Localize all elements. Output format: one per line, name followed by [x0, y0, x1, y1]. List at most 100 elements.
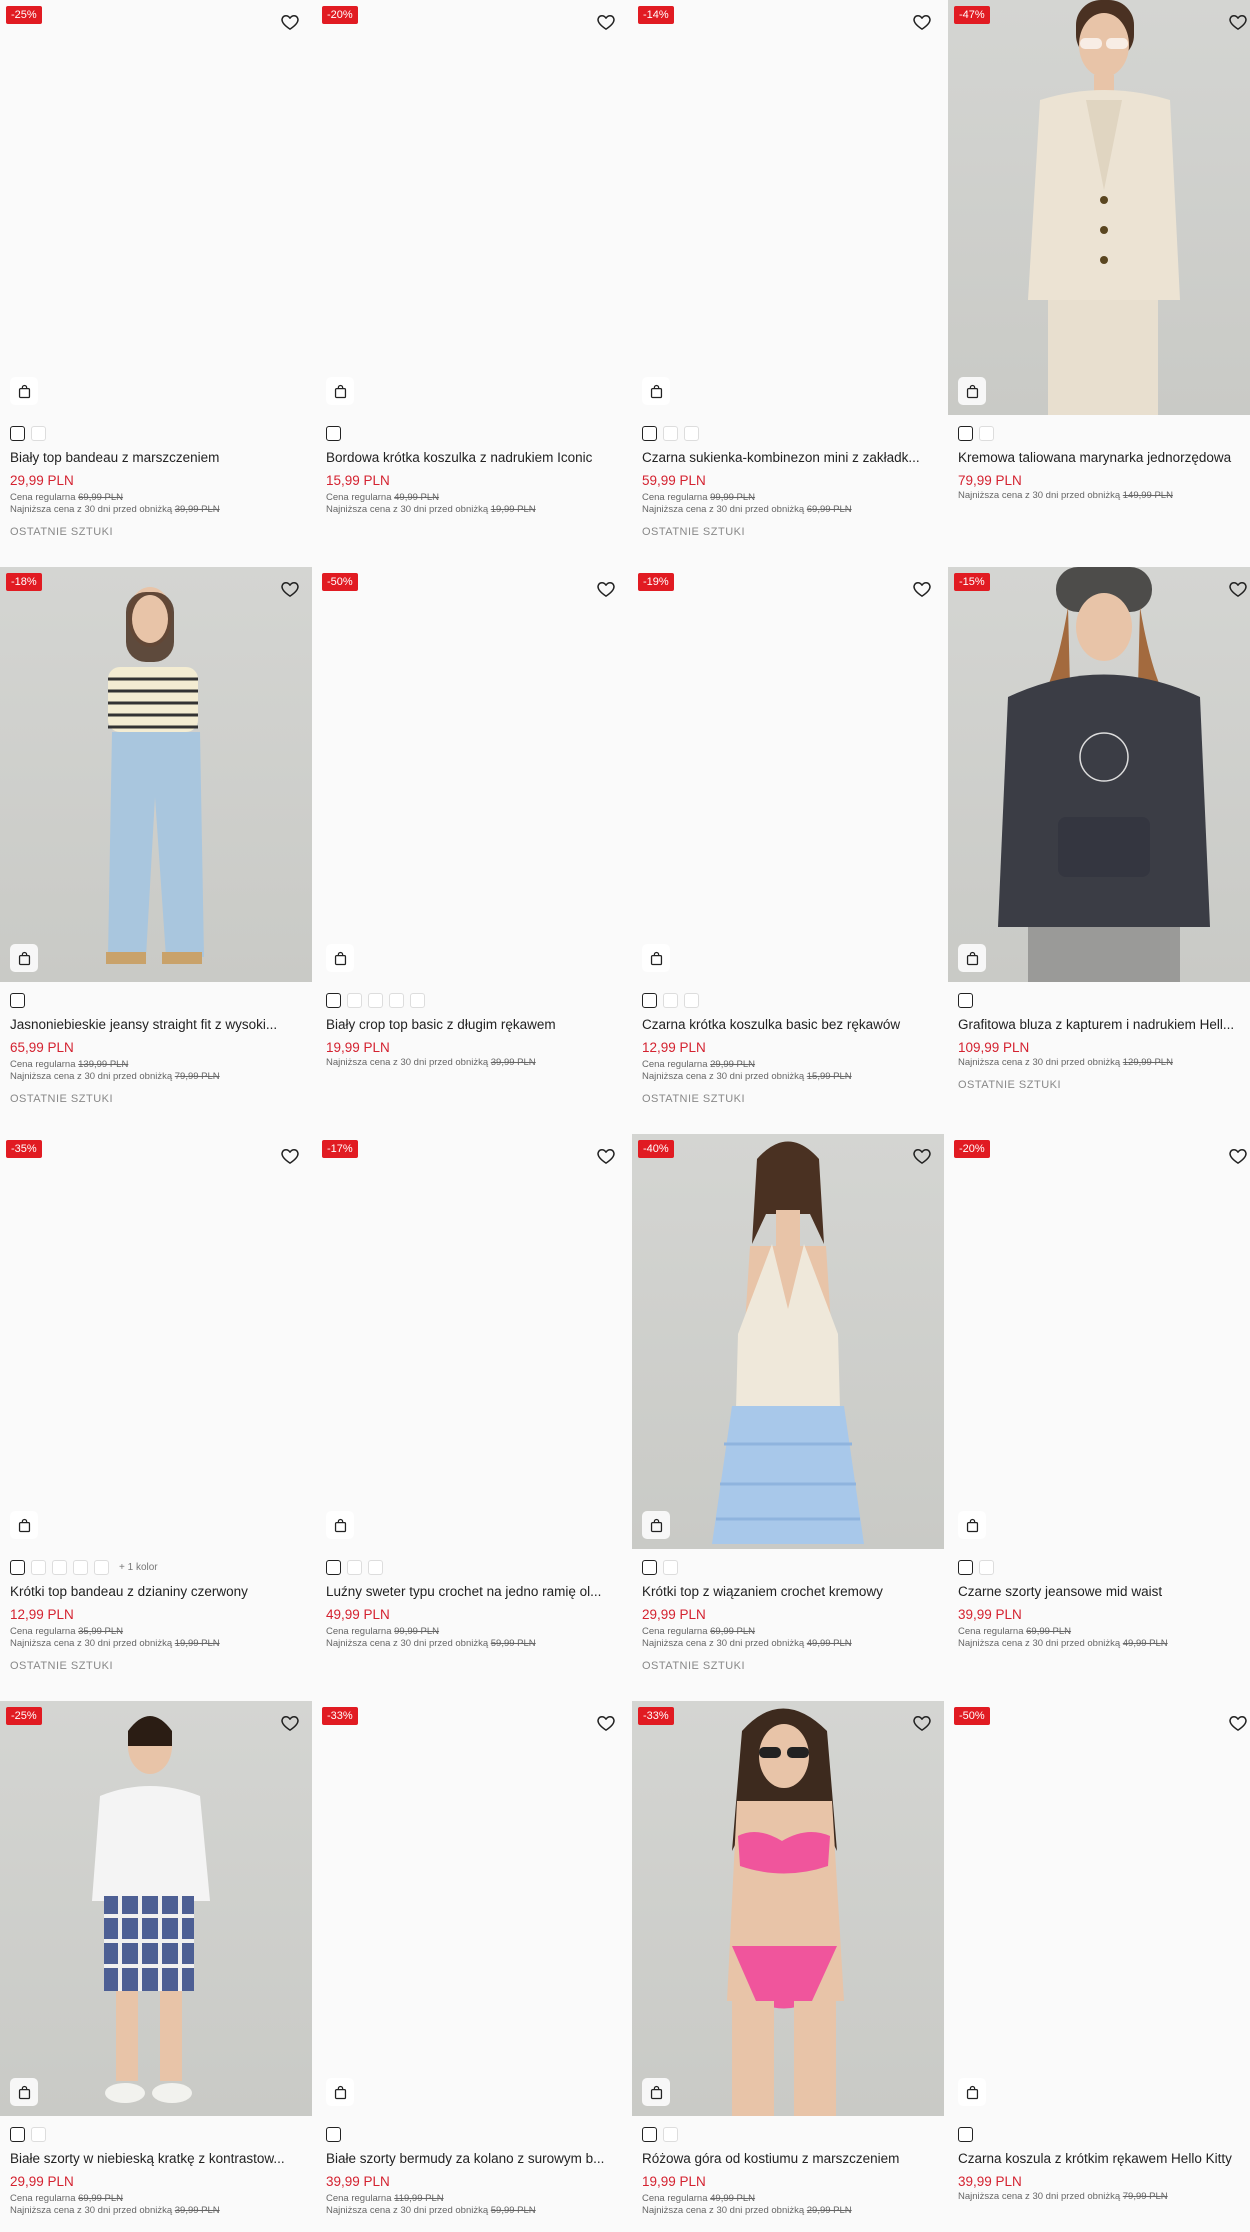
shopping-bag-icon[interactable]	[642, 2078, 670, 2106]
product-image[interactable]: -14%	[632, 0, 944, 415]
product-card[interactable]: -50% Biały crop top basic z długim rękaw…	[316, 567, 628, 1068]
heart-icon[interactable]	[596, 1146, 616, 1166]
color-swatch[interactable]	[326, 1559, 341, 1575]
shopping-bag-icon[interactable]	[326, 944, 354, 972]
color-swatch[interactable]	[642, 2126, 657, 2142]
product-card[interactable]: -14% Czarna sukienka-kombinezon mini z z…	[632, 0, 944, 538]
shopping-bag-icon[interactable]	[958, 2078, 986, 2106]
shopping-bag-icon[interactable]	[326, 2078, 354, 2106]
color-swatch[interactable]	[31, 425, 46, 441]
heart-icon[interactable]	[1228, 12, 1248, 32]
product-image[interactable]: -20%	[316, 0, 628, 415]
product-image[interactable]: -40%	[632, 1134, 944, 1549]
product-name[interactable]: Jasnoniebieskie jeansy straight fit z wy…	[10, 1016, 302, 1034]
product-card[interactable]: -15% Grafitowa bluza z kapturem i nadruk…	[948, 567, 1250, 1091]
product-image[interactable]: -25%	[0, 0, 312, 415]
product-name[interactable]: Kremowa taliowana marynarka jednorzędowa	[958, 449, 1250, 467]
color-swatch[interactable]	[368, 992, 383, 1008]
color-swatch[interactable]	[684, 992, 699, 1008]
heart-icon[interactable]	[596, 579, 616, 599]
color-swatch[interactable]	[642, 992, 657, 1008]
color-swatch[interactable]	[10, 425, 25, 441]
product-card[interactable]: -20% Bordowa krótka koszulka z nadrukiem…	[316, 0, 628, 515]
heart-icon[interactable]	[280, 12, 300, 32]
product-image[interactable]: -47%	[948, 0, 1250, 415]
product-card[interactable]: -25% Białe szorty w niebieską kratkę z k…	[0, 1701, 312, 2216]
product-card[interactable]: -19% Czarna krótka koszulka basic bez rę…	[632, 567, 944, 1105]
color-swatch[interactable]	[347, 1559, 362, 1575]
color-swatch[interactable]	[326, 992, 341, 1008]
color-swatch[interactable]	[979, 425, 994, 441]
product-image[interactable]: -50%	[948, 1701, 1250, 2116]
product-name[interactable]: Grafitowa bluza z kapturem i nadrukiem H…	[958, 1016, 1250, 1034]
shopping-bag-icon[interactable]	[958, 377, 986, 405]
product-name[interactable]: Różowa góra od kostiumu z marszczeniem	[642, 2150, 934, 2168]
product-image[interactable]: -33%	[632, 1701, 944, 2116]
shopping-bag-icon[interactable]	[642, 944, 670, 972]
shopping-bag-icon[interactable]	[10, 377, 38, 405]
product-name[interactable]: Czarna sukienka-kombinezon mini z zakład…	[642, 449, 934, 467]
color-swatch[interactable]	[958, 992, 973, 1008]
product-name[interactable]: Czarna koszula z krótkim rękawem Hello K…	[958, 2150, 1250, 2168]
color-swatch[interactable]	[10, 992, 25, 1008]
product-card[interactable]: -25% Biały top bandeau z marszczeniem 29…	[0, 0, 312, 538]
product-image[interactable]: -35%	[0, 1134, 312, 1549]
heart-icon[interactable]	[1228, 1146, 1248, 1166]
color-swatch[interactable]	[326, 2126, 341, 2142]
color-swatch[interactable]	[642, 425, 657, 441]
color-swatch[interactable]	[10, 1559, 25, 1575]
shopping-bag-icon[interactable]	[10, 2078, 38, 2106]
color-swatch[interactable]	[663, 2126, 678, 2142]
shopping-bag-icon[interactable]	[642, 377, 670, 405]
color-swatch[interactable]	[389, 992, 404, 1008]
heart-icon[interactable]	[912, 1146, 932, 1166]
color-swatch[interactable]	[368, 1559, 383, 1575]
color-swatch[interactable]	[958, 2126, 973, 2142]
shopping-bag-icon[interactable]	[958, 1511, 986, 1539]
shopping-bag-icon[interactable]	[642, 1511, 670, 1539]
product-name[interactable]: Bordowa krótka koszulka z nadrukiem Icon…	[326, 449, 618, 467]
product-name[interactable]: Białe szorty w niebieską kratkę z kontra…	[10, 2150, 302, 2168]
color-swatch[interactable]	[663, 1559, 678, 1575]
color-swatch[interactable]	[958, 1559, 973, 1575]
heart-icon[interactable]	[912, 579, 932, 599]
shopping-bag-icon[interactable]	[326, 377, 354, 405]
color-swatch[interactable]	[663, 992, 678, 1008]
product-card[interactable]: -20% Czarne szorty jeansowe mid waist 39…	[948, 1134, 1250, 1649]
color-swatch[interactable]	[94, 1559, 109, 1575]
product-name[interactable]: Krótki top z wiązaniem crochet kremowy	[642, 1583, 934, 1601]
shopping-bag-icon[interactable]	[958, 944, 986, 972]
heart-icon[interactable]	[596, 1713, 616, 1733]
product-image[interactable]: -20%	[948, 1134, 1250, 1549]
heart-icon[interactable]	[280, 1713, 300, 1733]
color-swatch[interactable]	[52, 1559, 67, 1575]
more-colors-label[interactable]: + 1 kolor	[119, 1562, 158, 1573]
product-card[interactable]: -33% Białe szorty bermudy za kolano z su…	[316, 1701, 628, 2216]
heart-icon[interactable]	[280, 1146, 300, 1166]
heart-icon[interactable]	[912, 1713, 932, 1733]
product-card[interactable]: -40% Krótki top z wiązaniem crochet krem…	[632, 1134, 944, 1672]
product-image[interactable]: -15%	[948, 567, 1250, 982]
product-image[interactable]: -33%	[316, 1701, 628, 2116]
color-swatch[interactable]	[347, 992, 362, 1008]
product-name[interactable]: Luźny sweter typu crochet na jedno ramię…	[326, 1583, 618, 1601]
heart-icon[interactable]	[912, 12, 932, 32]
color-swatch[interactable]	[979, 1559, 994, 1575]
color-swatch[interactable]	[958, 425, 973, 441]
product-name[interactable]: Białe szorty bermudy za kolano z surowym…	[326, 2150, 618, 2168]
heart-icon[interactable]	[596, 12, 616, 32]
shopping-bag-icon[interactable]	[10, 1511, 38, 1539]
shopping-bag-icon[interactable]	[10, 944, 38, 972]
color-swatch[interactable]	[31, 1559, 46, 1575]
product-name[interactable]: Biały top bandeau z marszczeniem	[10, 449, 302, 467]
product-name[interactable]: Biały crop top basic z długim rękawem	[326, 1016, 618, 1034]
color-swatch[interactable]	[410, 992, 425, 1008]
product-image[interactable]: -19%	[632, 567, 944, 982]
color-swatch[interactable]	[684, 425, 699, 441]
product-name[interactable]: Czarne szorty jeansowe mid waist	[958, 1583, 1250, 1601]
color-swatch[interactable]	[642, 1559, 657, 1575]
product-card[interactable]: -33% Różowa góra od kostiumu z marszczen…	[632, 1701, 944, 2216]
product-card[interactable]: -35% + 1 kolor Krótki top bandeau z dzia…	[0, 1134, 312, 1672]
heart-icon[interactable]	[280, 579, 300, 599]
product-card[interactable]: -47% Kremowa taliowana marynarka jednorz…	[948, 0, 1250, 501]
